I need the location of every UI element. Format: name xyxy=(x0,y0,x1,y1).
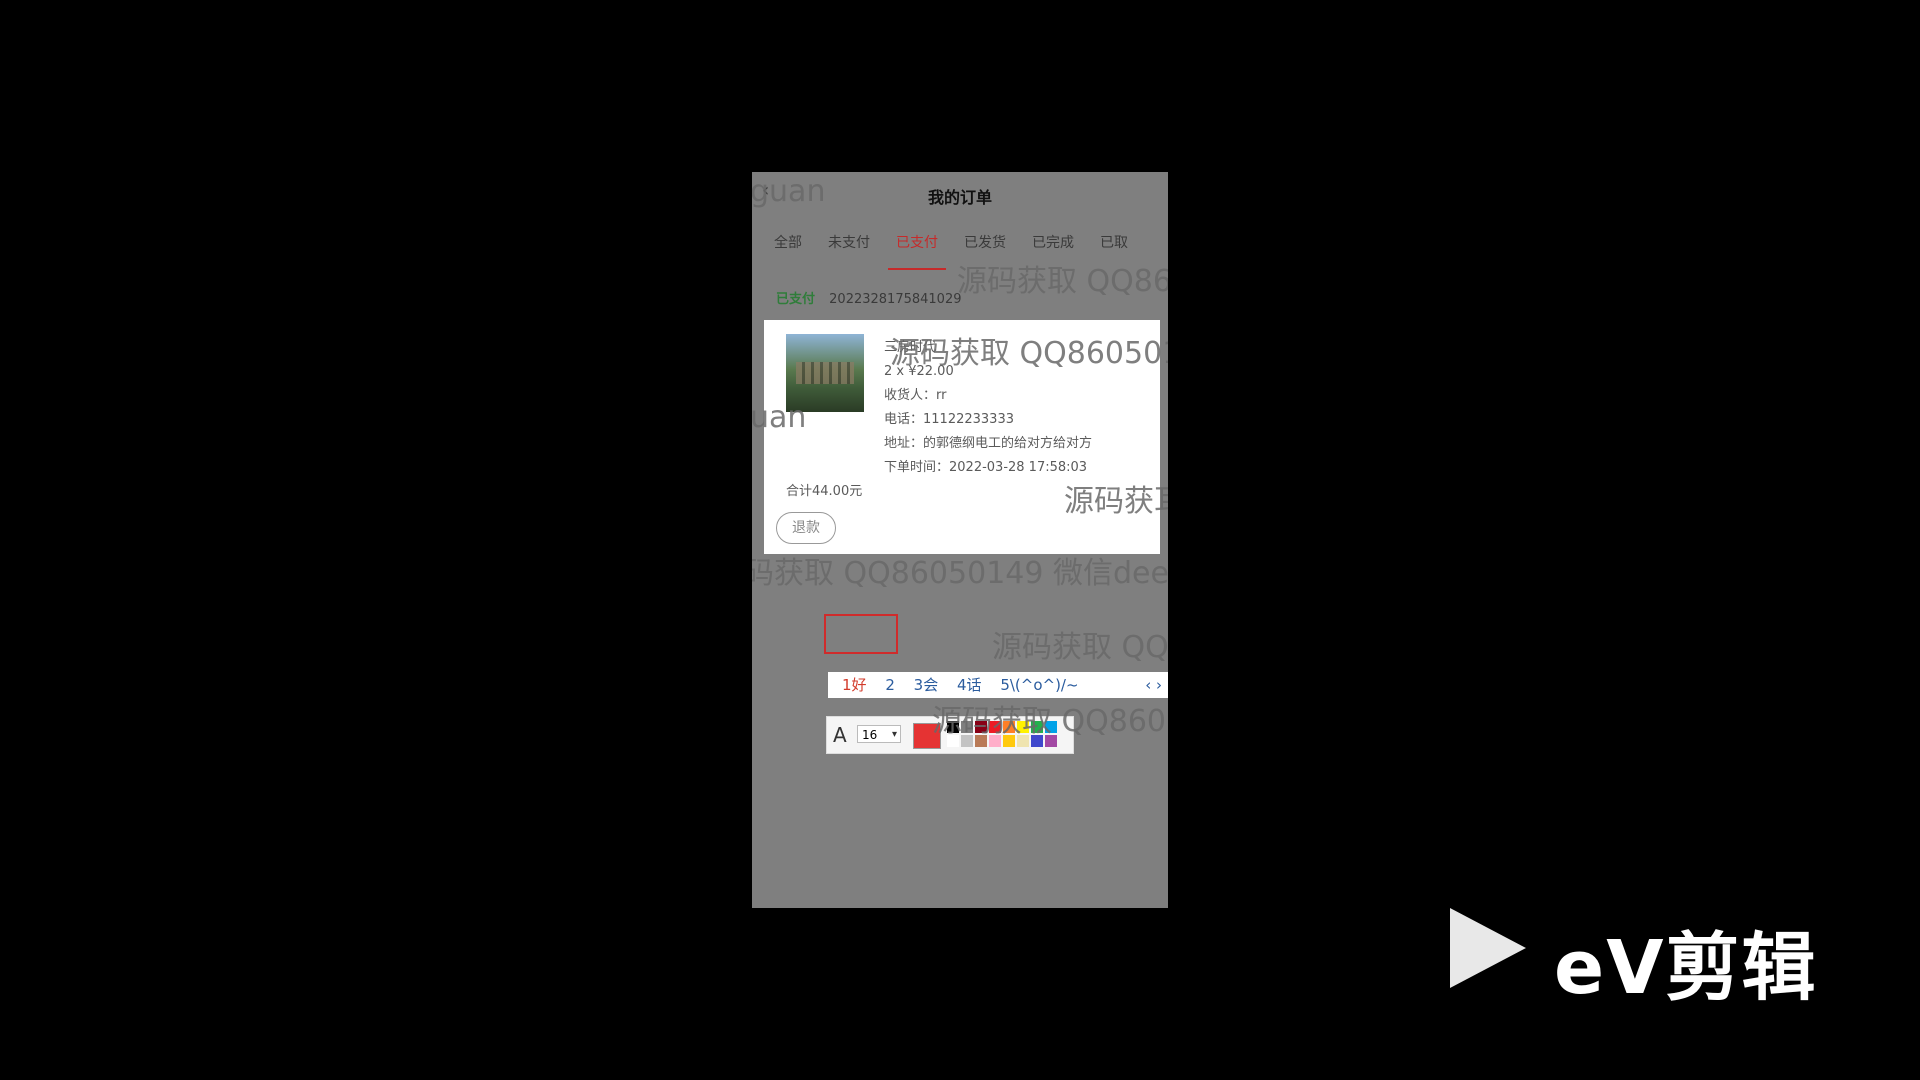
play-icon xyxy=(1450,908,1526,988)
font-icon[interactable]: A xyxy=(833,723,847,747)
order-number: 2022328175841029 xyxy=(829,292,962,307)
watermark-text: guan xyxy=(752,174,826,209)
ev-logo-text: eV剪辑 xyxy=(1554,925,1818,1011)
order-header: 已支付 2022328175841029 xyxy=(776,288,962,307)
order-total: 合计44.00元 xyxy=(786,484,863,499)
watermark-text: 源码获耳 xyxy=(1064,484,1168,519)
font-size-select[interactable]: 16 xyxy=(857,725,901,744)
tab-all[interactable]: 全部 xyxy=(770,224,806,264)
status-badge: 已支付 xyxy=(776,292,816,307)
ime-candidate[interactable]: 3会 xyxy=(914,676,939,694)
ime-candidate-bar: 1好 2 3会 4话 5\(^o^)/~ ‹ › xyxy=(828,672,1168,698)
order-time: 下单时间：2022-03-28 17:58:03 xyxy=(884,460,1088,475)
watermark-text: 源码获取 QQ xyxy=(992,630,1168,665)
ime-candidate[interactable]: 5\(^o^)/~ xyxy=(1000,676,1078,694)
refund-button[interactable]: 退款 xyxy=(776,512,836,544)
watermark-text: uan xyxy=(752,400,807,435)
phone: 电话：11122233333 xyxy=(884,412,1014,427)
address: 地址：的郭德纲电工的给对方给对方 xyxy=(884,436,1093,451)
watermark-text: 码获取 QQ86050149 微信dee xyxy=(752,556,1168,591)
ime-candidate[interactable]: 4话 xyxy=(957,676,982,694)
annotation-rectangle[interactable] xyxy=(824,614,898,654)
watermark-text: 源码获取 QQ86 xyxy=(957,264,1168,299)
watermark-text: 源码获取 QQ860501 xyxy=(890,336,1168,371)
receiver: 收货人：rr xyxy=(884,388,947,403)
ime-page-arrows-icon[interactable]: ‹ › xyxy=(1145,672,1162,698)
phone-screen: ‹ 我的订单 全部 未支付 已支付 已发货 已完成 已取 已支付 2022328… xyxy=(752,172,1168,908)
watermark-text: 源码获取 QQ860! xyxy=(932,704,1168,739)
ev-logo: eV剪辑 xyxy=(1450,906,1830,1011)
ime-candidate[interactable]: 1好 xyxy=(842,676,867,694)
tab-paid[interactable]: 已支付 xyxy=(888,224,946,270)
ime-candidate[interactable]: 2 xyxy=(885,676,895,694)
tab-unpaid[interactable]: 未支付 xyxy=(824,224,874,264)
